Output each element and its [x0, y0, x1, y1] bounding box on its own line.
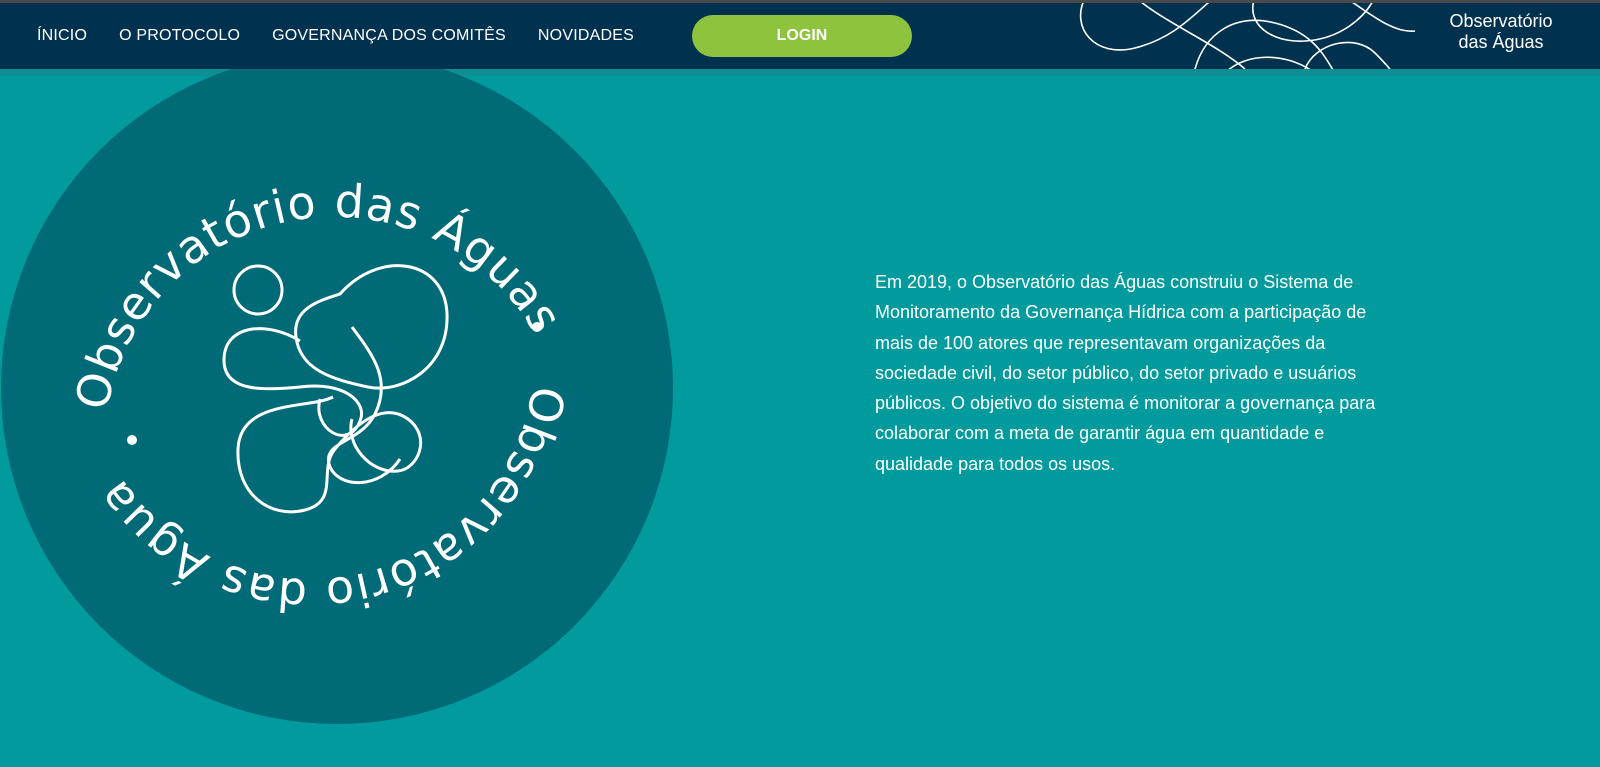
brand-logo[interactable]: Observatório das Águas — [1436, 11, 1566, 53]
nav-item-novidades[interactable]: NOVIDADES — [538, 27, 634, 45]
hero-seal: Observatório das Águas Observatório das … — [0, 69, 680, 767]
top-navbar: ÍNICIO O PROTOCOLO GOVERNANÇA DOS COMITÊ… — [0, 3, 1600, 69]
seal-graphic: Observatório das Águas Observatório das … — [0, 69, 673, 724]
wavy-lines-decoration — [1079, 3, 1415, 69]
nav-item-inicio[interactable]: ÍNICIO — [37, 27, 87, 45]
login-button[interactable]: LOGIN — [692, 15, 912, 57]
seal-dot-left — [127, 435, 137, 445]
main-menu: ÍNICIO O PROTOCOLO GOVERNANÇA DOS COMITÊ… — [37, 3, 666, 69]
brand-line-1: Observatório — [1449, 11, 1553, 31]
nav-item-governanca-dos-comites[interactable]: GOVERNANÇA DOS COMITÊS — [272, 27, 506, 45]
nav-item-o-protocolo[interactable]: O PROTOCOLO — [119, 27, 240, 45]
seal-dot-right — [532, 322, 542, 332]
brand-line-2: das Águas — [1458, 32, 1544, 52]
intro-paragraph: Em 2019, o Observatório das Águas constr… — [875, 272, 1376, 474]
